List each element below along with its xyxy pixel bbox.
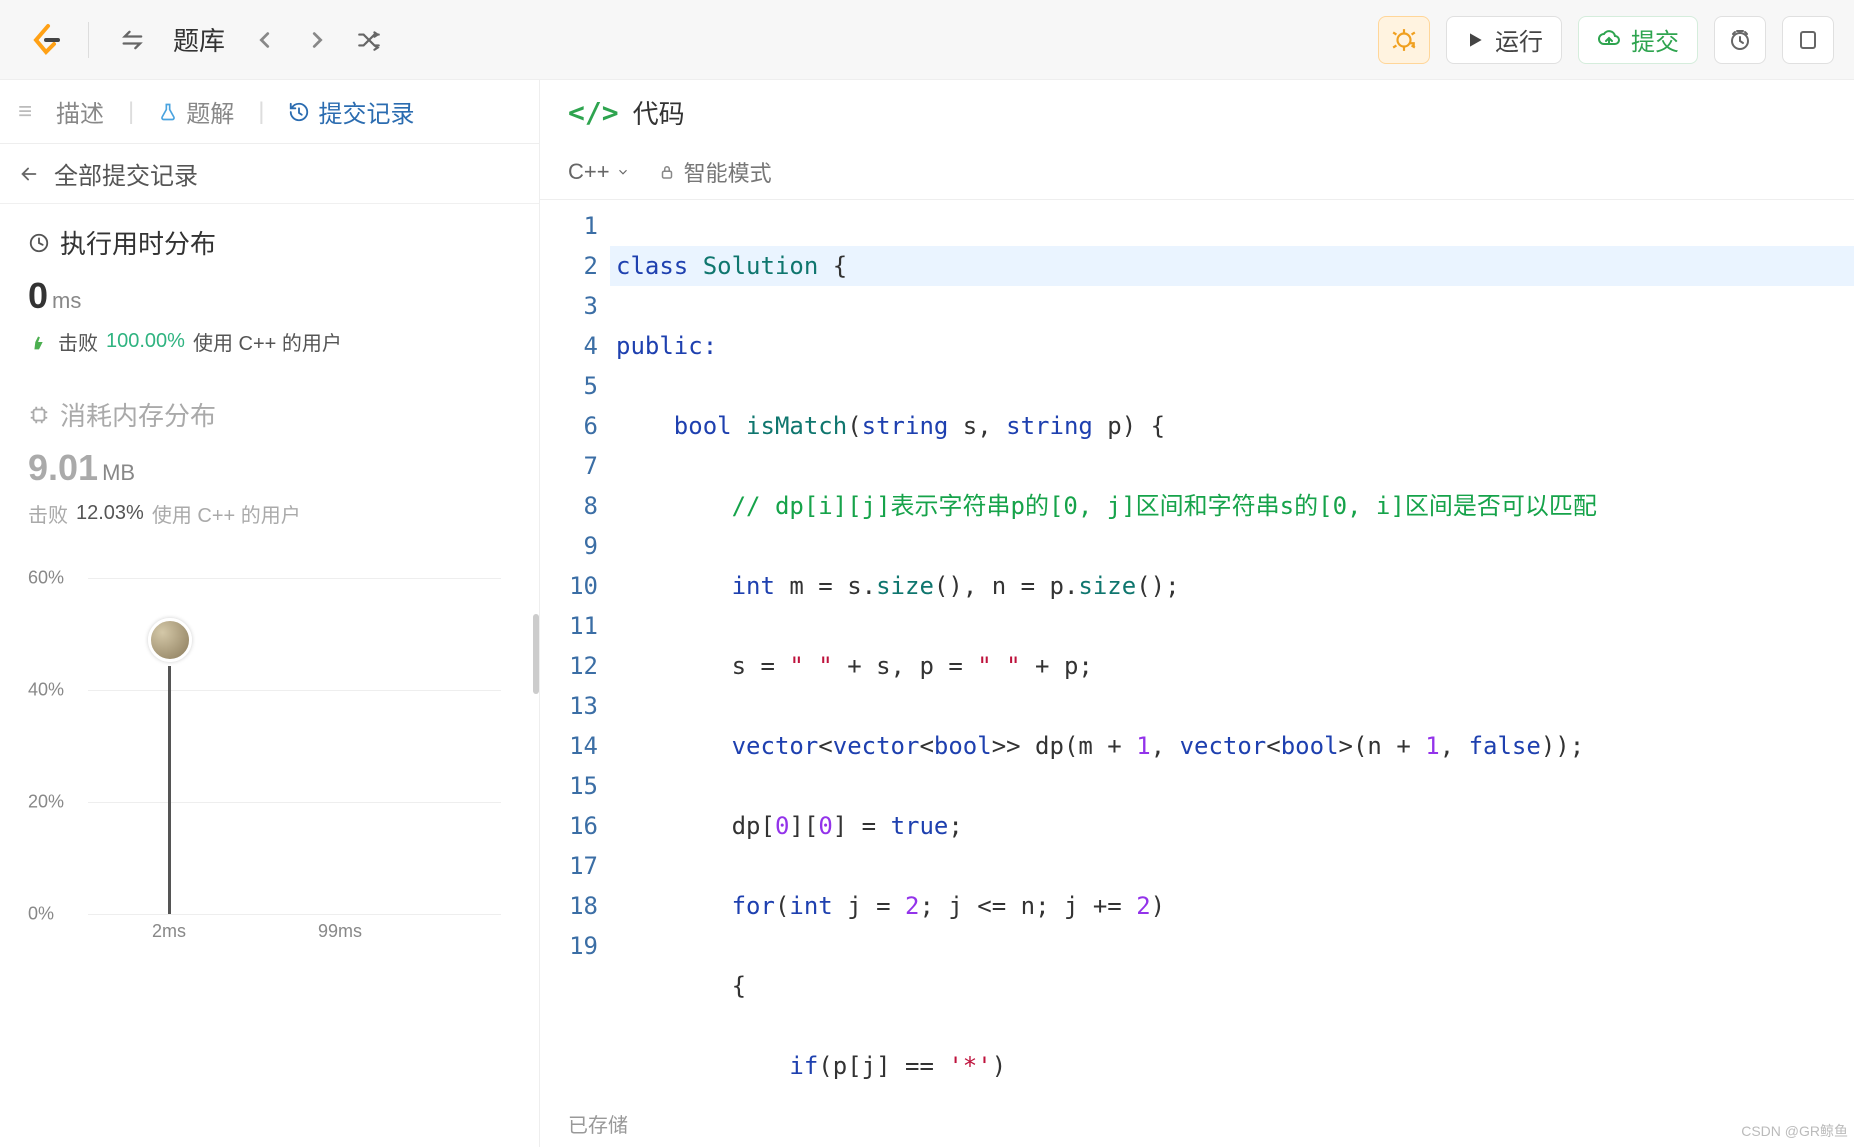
- runtime-beat: 击败 100.00% 使用 C++ 的用户: [28, 327, 511, 356]
- y-tick: 20%: [28, 792, 64, 813]
- run-label: 运行: [1495, 22, 1543, 57]
- clap-icon: [28, 331, 50, 353]
- history-icon: [288, 101, 310, 123]
- memory-chart: 60% 40% 20% 0% 2ms 99ms: [0, 568, 539, 918]
- user-avatar-marker[interactable]: [148, 618, 192, 662]
- code-header: </> 代码: [540, 80, 1854, 144]
- tab-submit-records[interactable]: 提交记录: [288, 94, 414, 129]
- submit-button[interactable]: 提交: [1578, 16, 1698, 64]
- code-bracket-icon: </>: [568, 96, 619, 129]
- next-problem-icon[interactable]: [297, 20, 337, 60]
- tab-solutions[interactable]: 题解: [158, 94, 234, 129]
- run-button[interactable]: 运行: [1446, 16, 1562, 64]
- back-label: 全部提交记录: [54, 156, 198, 191]
- clock-icon: [28, 232, 50, 254]
- saved-label: 已存储: [568, 1109, 628, 1138]
- memory-value: 9.01MB: [28, 447, 511, 489]
- topbar-actions: 运行 提交: [1378, 16, 1834, 64]
- problem-nav: 题库: [113, 20, 389, 60]
- line-gutter: 12345678910111213141516171819: [540, 206, 610, 1099]
- runtime-section: 执行用时分布 0ms 击败 100.00% 使用 C++ 的用户: [0, 204, 539, 376]
- scrollbar[interactable]: [533, 614, 539, 694]
- x-tick: 2ms: [152, 921, 186, 942]
- list-icon[interactable]: [113, 20, 153, 60]
- watermark: CSDN @GR鲸鱼: [1741, 1121, 1848, 1141]
- chart-area: 60% 40% 20% 0% 2ms 99ms: [28, 578, 511, 918]
- code-body[interactable]: class Solution { public: bool isMatch(st…: [610, 206, 1854, 1099]
- tab-description[interactable]: 描述: [56, 94, 104, 129]
- back-to-all-submissions[interactable]: 全部提交记录: [0, 144, 539, 204]
- left-panel: ≡ 描述 | 题解 | 提交记录 全部提交记录 执行用时分布 0ms: [0, 80, 540, 1147]
- tab-separator: |: [258, 98, 264, 126]
- flask-icon: [158, 100, 178, 124]
- main-area: ≡ 描述 | 题解 | 提交记录 全部提交记录 执行用时分布 0ms: [0, 80, 1854, 1147]
- memory-section: 消耗内存分布 9.01MB 击败 12.03% 使用 C++ 的用户: [0, 376, 539, 548]
- debug-button[interactable]: [1378, 16, 1430, 64]
- runtime-value: 0ms: [28, 275, 511, 317]
- memory-title: 消耗内存分布: [28, 396, 511, 433]
- y-tick: 40%: [28, 680, 64, 701]
- lock-icon: [658, 163, 676, 181]
- leetcode-logo[interactable]: [28, 22, 64, 58]
- submit-label: 提交: [1631, 22, 1679, 57]
- code-toolbar: C++ 智能模式: [540, 144, 1854, 200]
- code-editor[interactable]: 12345678910111213141516171819 class Solu…: [540, 200, 1854, 1099]
- panel-tabs: ≡ 描述 | 题解 | 提交记录: [0, 80, 539, 144]
- chip-icon: [28, 404, 50, 426]
- problem-library-label[interactable]: 题库: [173, 21, 225, 58]
- runtime-title: 执行用时分布: [28, 224, 511, 261]
- x-tick: 99ms: [318, 921, 362, 942]
- chevron-down-icon: [616, 165, 630, 179]
- list-toggle-icon[interactable]: ≡: [18, 98, 32, 126]
- y-tick: 0%: [28, 904, 54, 925]
- editor-status-bar: 已存储: [540, 1099, 1854, 1147]
- memory-beat: 击败 12.03% 使用 C++ 的用户: [28, 499, 511, 528]
- prev-problem-icon[interactable]: [245, 20, 285, 60]
- language-selector[interactable]: C++: [568, 159, 630, 185]
- notes-button[interactable]: [1782, 16, 1834, 64]
- y-tick: 60%: [28, 568, 64, 589]
- timer-button[interactable]: [1714, 16, 1766, 64]
- divider: [88, 22, 89, 58]
- top-toolbar: 题库 运行 提交: [0, 0, 1854, 80]
- code-header-label: 代码: [633, 94, 685, 131]
- editor-mode[interactable]: 智能模式: [658, 156, 772, 188]
- tab-separator: |: [128, 98, 134, 126]
- chart-bar: [168, 666, 171, 914]
- back-arrow-icon: [18, 163, 40, 185]
- code-panel: </> 代码 C++ 智能模式 123456789101112131415161…: [540, 80, 1854, 1147]
- shuffle-icon[interactable]: [349, 20, 389, 60]
